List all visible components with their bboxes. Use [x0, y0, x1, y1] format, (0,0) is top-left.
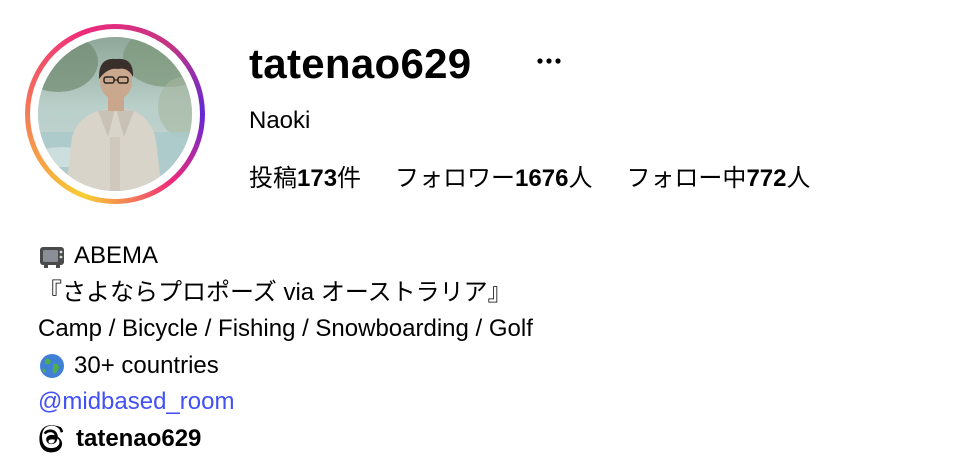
stat-following-label: フォロー中: [626, 165, 747, 192]
bio-line-show: 『さよならプロポーズ via オーストラリア』: [38, 275, 533, 312]
threads-badge[interactable]: tatenao629: [38, 424, 201, 454]
threads-handle: tatenao629: [76, 425, 202, 452]
bio-line-2-text: 『さよならプロポーズ via オーストラリア』: [38, 278, 512, 306]
tv-icon: [38, 242, 66, 270]
stat-posts-unit: 件: [337, 165, 362, 192]
avatar-photo: [38, 37, 192, 191]
bio-line-hobbies: Camp / Bicycle / Fishing / Snowboarding …: [38, 311, 533, 348]
globe-icon: [38, 352, 66, 380]
bio-line-link: @midbased_room: [38, 384, 533, 421]
stat-following[interactable]: フォロー中772人: [626, 162, 810, 196]
bio-mention-link[interactable]: @midbased_room: [38, 384, 234, 421]
stat-posts-value: 173: [297, 165, 338, 192]
avatar-story-ring[interactable]: [25, 24, 205, 204]
profile-stats: 投稿173件 フォロワー1676人 フォロー中772人: [249, 162, 810, 196]
stat-followers-unit: 人: [568, 165, 593, 192]
bio-line-1-text: ABEMA: [74, 242, 159, 269]
bio-line-countries: 30+ countries: [38, 348, 533, 385]
stat-following-value: 772: [746, 165, 787, 192]
threads-icon: [39, 425, 64, 453]
bio-line-4-text: 30+ countries: [74, 351, 219, 379]
profile-bio: ABEMA 『さよならプロポーズ via オーストラリア』 Camp / Bic…: [38, 238, 533, 421]
stat-posts-label: 投稿: [249, 165, 297, 192]
stat-following-unit: 人: [786, 165, 811, 192]
stat-posts: 投稿173件: [249, 162, 361, 196]
avatar[interactable]: [38, 37, 192, 191]
bio-line-abema: ABEMA: [38, 238, 533, 275]
stat-followers-value: 1676: [515, 165, 569, 192]
stat-followers[interactable]: フォロワー1676人: [395, 162, 592, 196]
profile-username[interactable]: tatenao629: [249, 36, 471, 92]
profile-full-name: Naoki: [249, 107, 311, 134]
more-horizontal-icon[interactable]: [534, 46, 564, 76]
bio-line-3-text: Camp / Bicycle / Fishing / Snowboarding …: [38, 315, 533, 342]
profile-header: tatenao629 Naoki 投稿173件 フォロワー1676人 フォロー中…: [0, 0, 956, 460]
stat-followers-label: フォロワー: [395, 165, 516, 192]
